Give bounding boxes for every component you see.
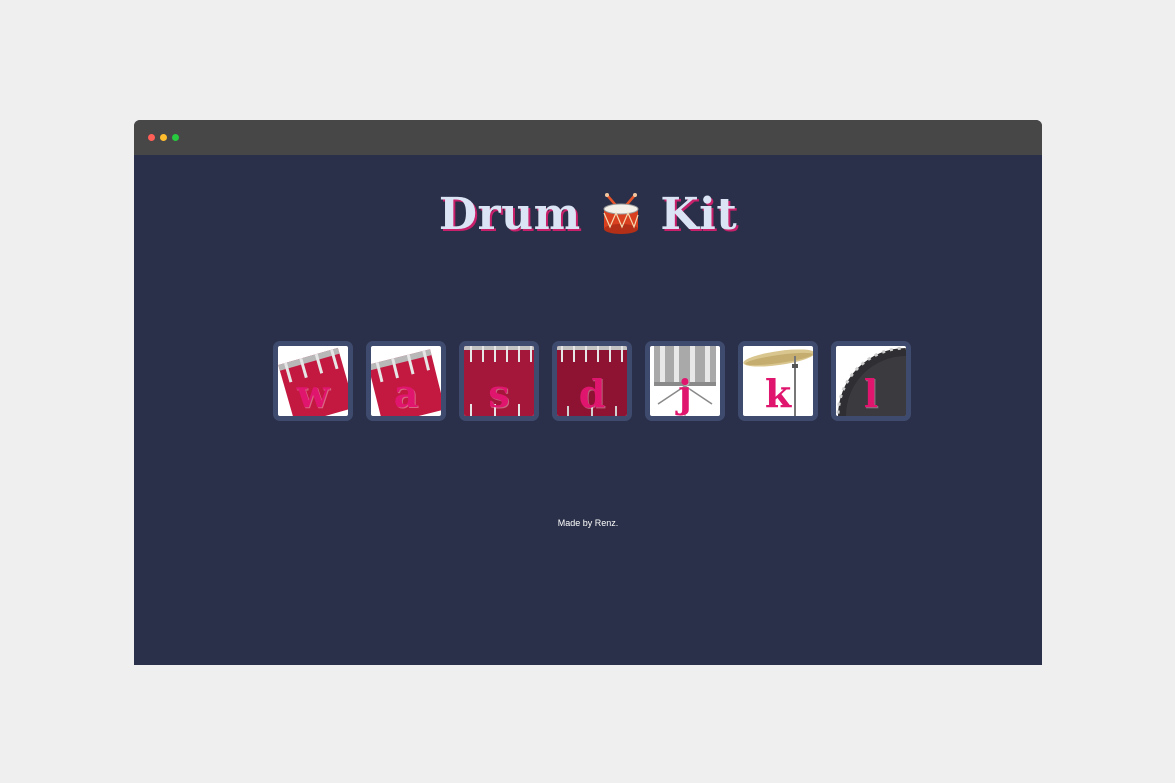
drum-button-w[interactable]: w — [273, 341, 353, 421]
drum-button-a[interactable]: a — [366, 341, 446, 421]
drum-button-d[interactable]: d — [552, 341, 632, 421]
minimize-window-button[interactable] — [160, 134, 167, 141]
drum-key-label: s — [488, 371, 510, 416]
drum-key-label: d — [578, 371, 606, 416]
drum-button-l[interactable]: l — [831, 341, 911, 421]
drum-button-k[interactable]: k — [738, 341, 818, 421]
drum-icon — [601, 193, 641, 246]
close-window-button[interactable] — [148, 134, 155, 141]
footer-credit: Made by Renz. — [557, 518, 619, 528]
browser-window: Drum Kit w a s d j k l Made by Renz. — [134, 120, 1042, 665]
app-content: Drum Kit w a s d j k l Made by Renz. — [134, 155, 1042, 665]
title-kit-text: Kit — [660, 189, 738, 240]
window-titlebar — [134, 120, 1042, 155]
maximize-window-button[interactable] — [172, 134, 179, 141]
page-title: Drum Kit — [134, 189, 1042, 246]
drum-button-s[interactable]: s — [459, 341, 539, 421]
drum-key-label: k — [764, 371, 792, 416]
drum-key-label: a — [393, 371, 419, 416]
drum-key-label: l — [863, 371, 879, 416]
title-drum-text: Drum — [438, 189, 581, 240]
drum-button-j[interactable]: j — [645, 341, 725, 421]
drum-key-label: j — [678, 371, 692, 416]
drum-buttons: w a s d j k l — [273, 341, 911, 421]
drum-key-label: w — [296, 371, 330, 416]
